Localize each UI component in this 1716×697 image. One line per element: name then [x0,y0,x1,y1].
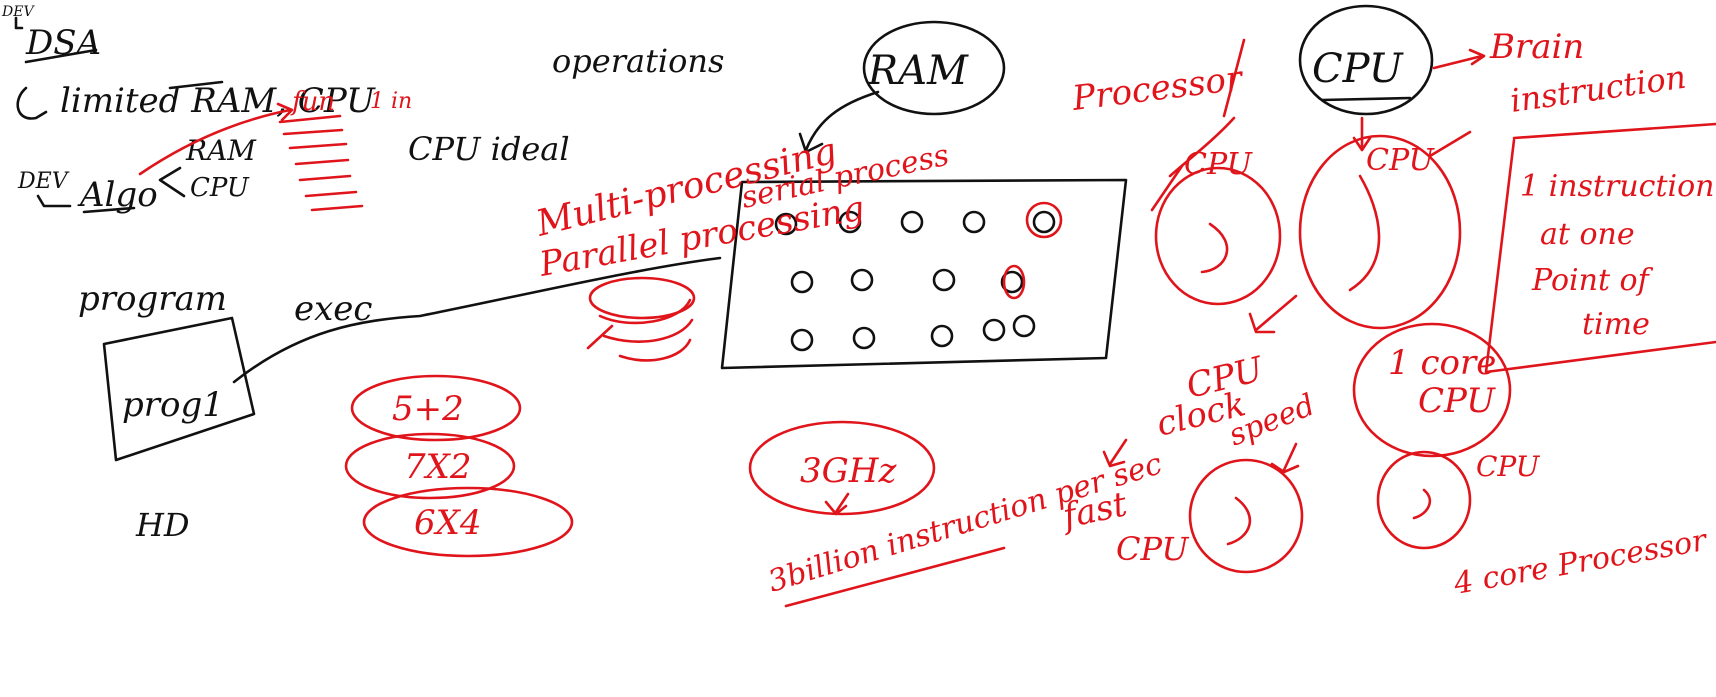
fast-cpu-note: CPU [1116,530,1189,568]
cpu-core-circle [1376,450,1472,550]
ram-small-note: RAM [185,134,257,167]
brain-note: Brain [1489,27,1584,67]
brain-arrow [1432,48,1486,70]
core-swirl [1226,496,1252,546]
processor-note: Processor [1069,58,1246,119]
operations-note: operations [552,42,724,80]
memory-cell [790,328,814,352]
cpu-left-tick [1150,164,1184,212]
core-arrow [1248,294,1298,334]
dsa-note: DSA [25,23,101,63]
whiteboard-canvas: DEV DSA limited RAM, CPU DEV Algo RAM CP… [1,4,1716,608]
core-swirl [1200,222,1229,274]
cpu-mid-tick [1428,130,1472,158]
memory-cell [1012,314,1036,338]
ghz-arrow [824,492,850,516]
cpu-left-note: CPU [1184,147,1254,182]
memory-cell [850,268,874,292]
memory-cell [982,318,1006,342]
memory-cell [930,324,954,348]
four-core-note: 4 core Processor [1450,523,1710,602]
one-in-note: 1 in [370,89,412,114]
instruction-lines [278,114,364,212]
memory-cell [852,326,876,350]
core-swirl [1348,174,1381,292]
dev-left-arrow [36,194,72,208]
hd-note: HD [135,506,190,544]
point-of-note: Point of [1531,263,1654,298]
dev-left-note: DEV [17,169,70,194]
memory-cell [790,270,814,294]
cpu-ideal-note: CPU ideal [408,130,570,168]
expr-3: 6X4 [414,503,481,543]
one-core-note: 1 core [1388,343,1496,383]
expr-2: 7X2 [404,447,471,487]
time-note: time [1582,307,1650,342]
algo-branch [158,166,186,198]
prog1-note: prog1 [122,385,224,425]
cpu-mid-note: CPU [1366,143,1436,178]
one-instruction-note: 1 instruction [1520,169,1715,204]
ghz-note: 3GHz [800,451,897,491]
ram-big-note: RAM [867,48,969,94]
cpu-small-note: CPU [190,173,250,203]
hook-arrow [16,86,48,120]
instruction-line [278,114,364,212]
cpu-big-note: CPU [1312,46,1404,92]
expr-1: 5+2 [392,389,464,429]
memory-cell [962,210,986,234]
one-core-cpu-note: CPU [1418,381,1496,421]
fun-note: fun [290,87,335,117]
cpu-right-small-note: CPU [1476,450,1541,483]
cpu-core-circle [1188,458,1304,574]
cpu-core-circle [1154,166,1282,306]
memory-cell [1032,210,1056,234]
program-note: program [78,279,227,319]
cpu-underline [1320,96,1412,102]
at-one-note: at one [1540,217,1635,252]
core-swirl [1412,488,1432,520]
instruction-note: instruction [1508,58,1688,120]
task-stack-lines [586,298,694,362]
memory-cell [900,210,924,234]
dev-note: DEV [1,4,35,20]
memory-cell [932,268,956,292]
